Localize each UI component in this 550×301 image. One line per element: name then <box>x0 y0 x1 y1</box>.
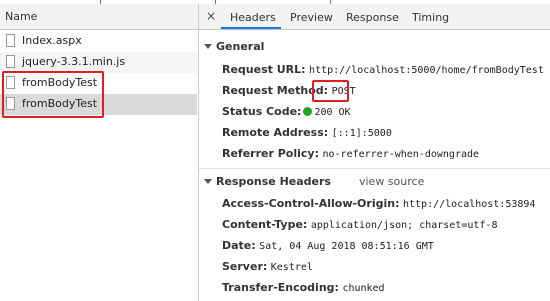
header-key: Content-Type: <box>222 218 308 231</box>
header-value: [::1]:5000 <box>331 128 392 139</box>
request-name: Index.aspx <box>22 34 82 47</box>
date-row: Date: Sat, 04 Aug 2018 08:51:16 GMT <box>222 239 434 252</box>
tab-headers[interactable]: Headers <box>230 11 276 24</box>
header-key: Request URL: <box>222 63 306 76</box>
name-column-header[interactable]: Name <box>0 4 198 30</box>
header-value: chunked <box>342 283 385 294</box>
header-value: Sat, 04 Aug 2018 08:51:16 GMT <box>259 241 434 252</box>
section-title: Response Headers <box>216 175 331 188</box>
header-value: Kestrel <box>270 262 313 273</box>
file-icon <box>6 34 15 47</box>
header-key: Access-Control-Allow-Origin: <box>222 197 400 210</box>
server-row: Server: Kestrel <box>222 260 313 273</box>
active-tab-indicator <box>221 27 281 29</box>
file-icon <box>6 55 15 68</box>
acao-row: Access-Control-Allow-Origin: http://loca… <box>222 197 535 210</box>
tab-preview[interactable]: Preview <box>290 11 333 24</box>
remote-address-row: Remote Address: [::1]:5000 <box>222 126 392 139</box>
highlight-box <box>2 71 104 118</box>
transfer-encoding-row: Transfer-Encoding: chunked <box>222 281 385 294</box>
section-divider <box>199 168 550 169</box>
close-icon[interactable]: × <box>206 9 216 23</box>
referrer-policy-row: Referrer Policy: no-referrer-when-downgr… <box>222 147 479 160</box>
tab-response[interactable]: Response <box>346 11 399 24</box>
request-row-jquery[interactable]: jquery-3.3.1.min.js <box>0 52 197 73</box>
header-key: Remote Address: <box>222 126 329 139</box>
request-url-row: Request URL: http://localhost:5000/home/… <box>222 63 544 76</box>
collapse-triangle-icon <box>204 44 212 49</box>
request-details-panel: × Headers Preview Response Timing Genera… <box>199 4 550 301</box>
status-ok-icon <box>303 107 313 116</box>
method-highlight-box <box>312 80 349 102</box>
details-tab-bar: × Headers Preview Response Timing <box>199 4 550 30</box>
request-row-index[interactable]: Index.aspx <box>0 31 197 52</box>
header-key: Server: <box>222 260 268 273</box>
header-value: http://localhost:5000/home/fromBodyTest <box>309 65 544 76</box>
header-value: application/json; charset=utf-8 <box>310 220 498 231</box>
header-key: Date: <box>222 239 256 252</box>
content-type-row: Content-Type: application/json; charset=… <box>222 218 497 231</box>
general-section-header[interactable]: General <box>204 40 264 53</box>
status-code-row: Status Code: 200 OK <box>222 105 351 118</box>
header-key: Referrer Policy: <box>222 147 319 160</box>
header-key: Status Code: <box>222 105 302 118</box>
section-title: General <box>216 40 265 53</box>
request-list-panel: Name Index.aspx jquery-3.3.1.min.js from… <box>0 4 199 301</box>
view-source-link[interactable]: view source <box>359 175 424 188</box>
response-headers-section-header[interactable]: Response Headers view source <box>204 175 424 188</box>
collapse-triangle-icon <box>204 179 212 184</box>
header-value: http://localhost:53894 <box>402 199 536 210</box>
tab-timing[interactable]: Timing <box>412 11 449 24</box>
request-name: jquery-3.3.1.min.js <box>22 55 126 68</box>
header-value: no-referrer-when-downgrade <box>322 149 480 160</box>
header-key: Transfer-Encoding: <box>222 281 339 294</box>
header-value: 200 OK <box>314 107 351 118</box>
